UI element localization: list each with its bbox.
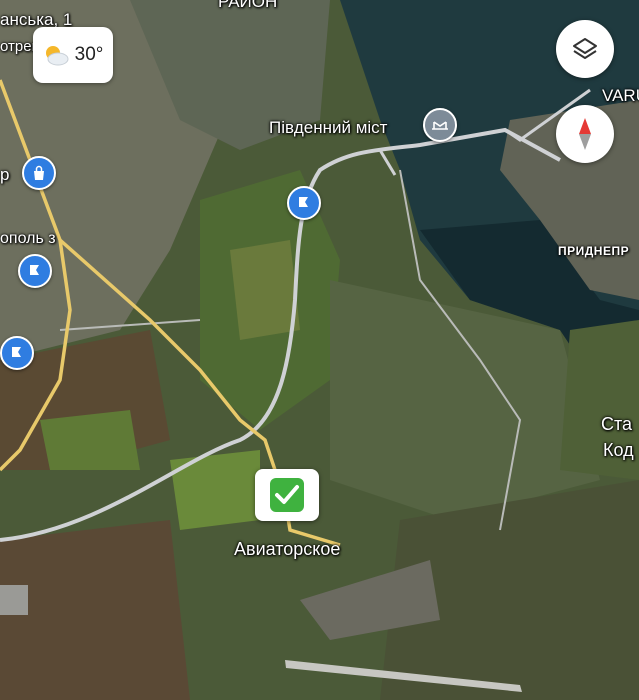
parking-pin[interactable]: [287, 186, 321, 220]
parking-pin[interactable]: [18, 254, 52, 288]
map-label-district: РАЙОН: [218, 0, 278, 11]
field-brown-south: [0, 520, 190, 700]
parking-icon: [299, 197, 308, 207]
map-label-varu: VARU: [602, 86, 639, 105]
map-label-west-r: р: [0, 165, 10, 184]
shopping-pin[interactable]: [22, 156, 56, 190]
satellite-map[interactable]: [0, 0, 639, 700]
field-bright: [170, 450, 260, 530]
selected-location-marker[interactable]: [255, 469, 319, 521]
weather-chip[interactable]: 30°: [33, 27, 113, 83]
building: [0, 585, 28, 615]
map-label-topol: ополь з: [0, 230, 56, 247]
map-label-kod: Код: [603, 440, 634, 460]
bridge-icon: [432, 121, 448, 130]
parking-icon: [30, 265, 39, 275]
map-label-district-east: ПРИДНЕПР: [558, 244, 630, 258]
layers-icon: [573, 38, 597, 59]
layers-button[interactable]: [556, 20, 614, 78]
weather-temperature: 30°: [74, 44, 104, 65]
parking-pin[interactable]: [0, 336, 34, 370]
partly-cloudy-icon: [45, 46, 69, 66]
field-green: [40, 410, 140, 470]
bridge-pin[interactable]: [423, 108, 457, 142]
map-label-bridge: Південний міст: [269, 118, 388, 137]
parking-icon: [12, 347, 21, 357]
compass-button[interactable]: [556, 105, 614, 163]
field-light: [230, 240, 300, 340]
map-label-village: Авиаторское: [234, 539, 341, 559]
map-label-stan: Ста: [601, 414, 633, 434]
shopping-bag-icon: [34, 165, 44, 180]
compass-icon: [579, 118, 591, 150]
check-mark-icon: [270, 478, 304, 512]
